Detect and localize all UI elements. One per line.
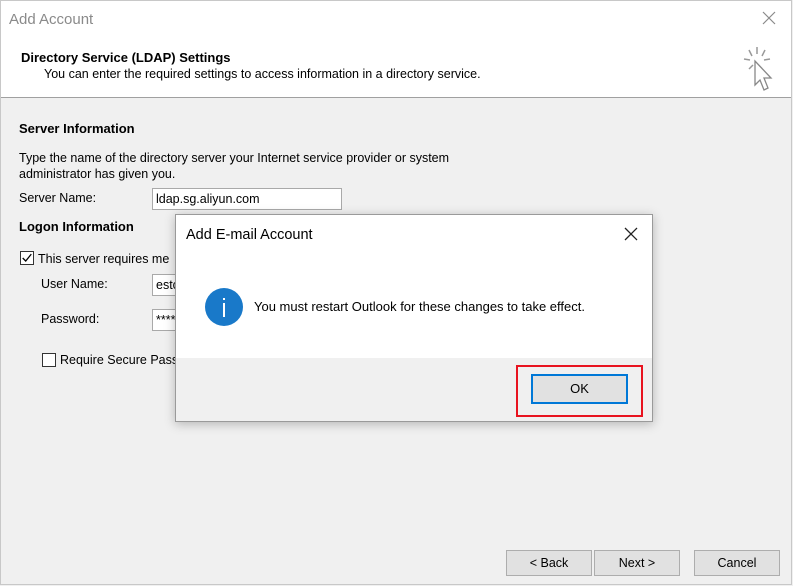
header-title: Directory Service (LDAP) Settings <box>21 50 231 65</box>
next-button[interactable]: Next > <box>594 550 680 576</box>
spa-checkbox[interactable] <box>42 353 56 367</box>
checkmark-icon <box>22 253 32 262</box>
dialog-header: Directory Service (LDAP) Settings You ca… <box>1 39 791 98</box>
user-name-label: User Name: <box>41 277 108 291</box>
header-subtitle: You can enter the required settings to a… <box>44 67 481 81</box>
modal-message: You must restart Outlook for these chang… <box>254 299 585 314</box>
ok-highlight-box <box>516 365 643 417</box>
back-button[interactable]: < Back <box>506 550 592 576</box>
server-name-label: Server Name: <box>19 191 97 205</box>
cancel-button[interactable]: Cancel <box>694 550 780 576</box>
click-cursor-icon <box>743 47 773 91</box>
password-label: Password: <box>41 312 100 326</box>
close-icon[interactable] <box>624 227 638 241</box>
server-name-input[interactable]: ldap.sg.aliyun.com <box>152 188 342 210</box>
spa-label: Require Secure Pass <box>60 353 179 367</box>
add-email-account-dialog: Add E-mail Account You must restart Outl… <box>175 214 653 422</box>
server-info-heading: Server Information <box>19 121 135 136</box>
close-icon[interactable] <box>761 10 777 26</box>
server-info-description: Type the name of the directory server yo… <box>19 151 450 181</box>
logon-info-heading: Logon Information <box>19 219 134 234</box>
window-title: Add Account <box>9 11 94 28</box>
title-bar: Add Account <box>1 1 791 39</box>
info-icon <box>205 288 243 326</box>
modal-title: Add E-mail Account <box>186 227 313 243</box>
requires-logon-checkbox[interactable] <box>20 251 34 265</box>
requires-logon-label: This server requires me <box>38 252 170 266</box>
